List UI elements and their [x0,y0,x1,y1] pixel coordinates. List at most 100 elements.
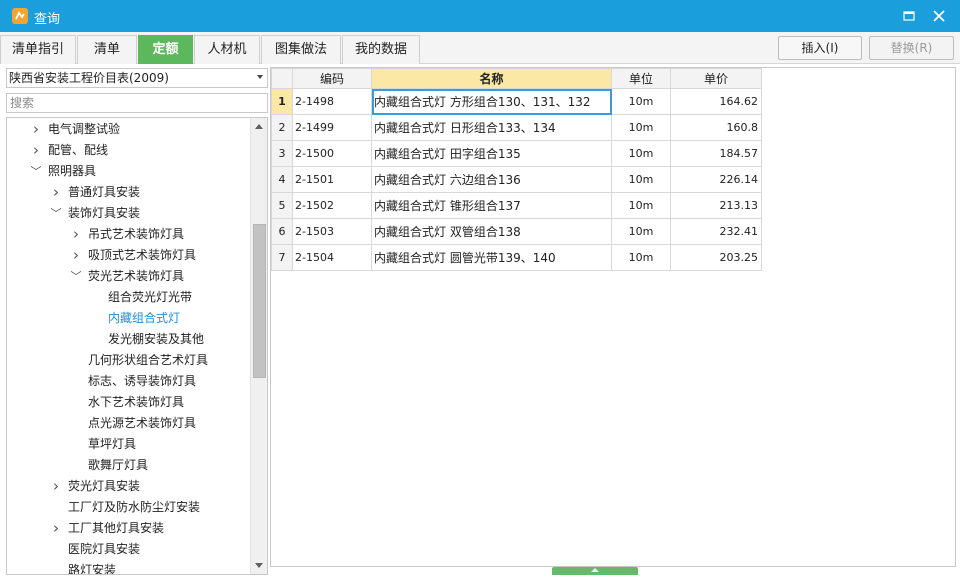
scroll-up-arrow-icon[interactable] [251,118,267,134]
name-cell[interactable]: 内藏组合式灯 方形组合130、131、132 [371,88,612,115]
panel-splitter-handle[interactable] [552,567,638,575]
tab-atlas-method[interactable]: 图集做法 [261,35,341,64]
chevron-down-icon[interactable]: ﹀ [69,266,83,287]
price-cell[interactable]: 232.41 [670,218,762,245]
catalog-select-value: 陕西省安装工程价目表(2009) [9,71,169,85]
column-header-unit[interactable]: 单位 [611,68,671,89]
code-cell[interactable]: 2-1501 [292,166,372,193]
tree-node[interactable]: 几何形状组合艺术灯具 [7,350,251,371]
tree-node[interactable]: ﹀ 照明器具 [7,161,251,182]
tree-node[interactable]: 组合荧光灯光带 [7,287,251,308]
price-cell[interactable]: 160.8 [670,114,762,141]
chevron-right-icon[interactable]: › [69,245,83,266]
tree-node[interactable]: 水下艺术装饰灯具 [7,392,251,413]
row-number-cell: 5 [271,192,293,219]
chevron-right-icon[interactable]: › [49,476,63,497]
price-cell[interactable]: 203.25 [670,244,762,271]
chevron-right-icon[interactable]: › [69,224,83,245]
code-cell[interactable]: 2-1503 [292,218,372,245]
column-header-price[interactable]: 单价 [670,68,762,89]
tab-labor-material-machine[interactable]: 人材机 [194,35,260,64]
tree-node-label: 装饰灯具安装 [68,206,141,220]
code-cell[interactable]: 2-1498 [292,88,372,115]
tree-node[interactable]: › 荧光灯具安装 [7,476,251,497]
tree-node[interactable]: ﹀ 荧光艺术装饰灯具 [7,266,251,287]
tab-bar: 清单指引 清单 定额 人材机 图集做法 我的数据 插入(I) 替换(R) [0,32,960,64]
tree-node-label: 普通灯具安装 [68,185,141,199]
row-number-cell: 7 [271,244,293,271]
price-cell[interactable]: 213.13 [670,192,762,219]
unit-cell[interactable]: 10m [611,218,671,245]
tree-node[interactable]: 工厂灯及防水防尘灯安装 [7,497,251,518]
code-cell[interactable]: 2-1499 [292,114,372,141]
close-button[interactable] [928,6,950,26]
tree-node[interactable]: › 配管、配线 [7,140,251,161]
tree-node[interactable]: 标志、诱导装饰灯具 [7,371,251,392]
table-row[interactable]: 3 2-1500 内藏组合式灯 田字组合135 10m 184.57 [271,140,762,167]
code-cell[interactable]: 2-1500 [292,140,372,167]
tree-scrollbar[interactable] [250,118,267,574]
search-input[interactable] [6,93,268,113]
code-cell[interactable]: 2-1504 [292,244,372,271]
column-header-name[interactable]: 名称 [371,68,612,89]
tree-node[interactable]: 歌舞厅灯具 [7,455,251,476]
chevron-down-icon[interactable]: ﹀ [29,161,43,182]
tree-node[interactable]: 点光源艺术装饰灯具 [7,413,251,434]
tab-bill[interactable]: 清单 [77,35,137,64]
table-row[interactable]: 2 2-1499 内藏组合式灯 日形组合133、134 10m 160.8 [271,114,762,141]
table-row[interactable]: 1 2-1498 内藏组合式灯 方形组合130、131、132 10m 164.62 [271,88,762,115]
insert-button[interactable]: 插入(I) [778,36,862,60]
tree-node[interactable]: 路灯安装 [7,560,251,574]
tree-node-label: 荧光灯具安装 [68,479,141,493]
tree-node[interactable]: 发光棚安装及其他 [7,329,251,350]
name-cell[interactable]: 内藏组合式灯 圆管光带139、140 [371,244,612,271]
table-row[interactable]: 6 2-1503 内藏组合式灯 双管组合138 10m 232.41 [271,218,762,245]
unit-cell[interactable]: 10m [611,192,671,219]
chevron-right-icon[interactable]: › [49,182,63,203]
tab-my-data[interactable]: 我的数据 [342,35,420,64]
tree-node[interactable]: 医院灯具安装 [7,539,251,560]
name-cell[interactable]: 内藏组合式灯 锥形组合137 [371,192,612,219]
maximize-button[interactable] [898,6,920,26]
chevron-down-icon[interactable]: ﹀ [49,203,63,224]
name-cell[interactable]: 内藏组合式灯 田字组合135 [371,140,612,167]
name-cell[interactable]: 内藏组合式灯 双管组合138 [371,218,612,245]
name-cell[interactable]: 内藏组合式灯 日形组合133、134 [371,114,612,141]
price-cell[interactable]: 226.14 [670,166,762,193]
quota-grid: 编码 名称 单位 单价 1 2-1498 内藏组合式灯 方形组合130、131、13… [270,67,956,567]
unit-cell[interactable]: 10m [611,114,671,141]
column-header-code[interactable]: 编码 [292,68,372,89]
tree-node[interactable]: 草坪灯具 [7,434,251,455]
name-cell[interactable]: 内藏组合式灯 六边组合136 [371,166,612,193]
code-cell[interactable]: 2-1502 [292,192,372,219]
row-number-cell: 4 [271,166,293,193]
unit-cell[interactable]: 10m [611,88,671,115]
unit-cell[interactable]: 10m [611,244,671,271]
price-cell[interactable]: 164.62 [670,88,762,115]
scroll-thumb[interactable] [253,224,266,378]
tree-node[interactable]: › 吊式艺术装饰灯具 [7,224,251,245]
row-number-cell: 3 [271,140,293,167]
catalog-select[interactable]: 陕西省安装工程价目表(2009) [6,68,268,88]
replace-button[interactable]: 替换(R) [869,36,954,60]
chevron-right-icon[interactable]: › [29,119,43,140]
tree-node-label: 吸顶式艺术装饰灯具 [88,248,197,262]
scroll-down-arrow-icon[interactable] [251,558,267,574]
tree-node[interactable]: ﹀ 装饰灯具安装 [7,203,251,224]
price-cell[interactable]: 184.57 [670,140,762,167]
tree-node[interactable]: › 普通灯具安装 [7,182,251,203]
tree-node[interactable]: 内藏组合式灯 [7,308,251,329]
table-row[interactable]: 5 2-1502 内藏组合式灯 锥形组合137 10m 213.13 [271,192,762,219]
tree-node[interactable]: › 工厂其他灯具安装 [7,518,251,539]
chevron-right-icon[interactable]: › [29,140,43,161]
chevron-right-icon[interactable]: › [49,518,63,539]
close-icon [933,10,945,22]
unit-cell[interactable]: 10m [611,140,671,167]
table-row[interactable]: 4 2-1501 内藏组合式灯 六边组合136 10m 226.14 [271,166,762,193]
table-row[interactable]: 7 2-1504 内藏组合式灯 圆管光带139、140 10m 203.25 [271,244,762,271]
tab-quota[interactable]: 定额 [138,35,193,64]
tree-node[interactable]: › 吸顶式艺术装饰灯具 [7,245,251,266]
unit-cell[interactable]: 10m [611,166,671,193]
tab-bill-guide[interactable]: 清单指引 [0,35,76,64]
tree-node[interactable]: › 电气调整试验 [7,119,251,140]
